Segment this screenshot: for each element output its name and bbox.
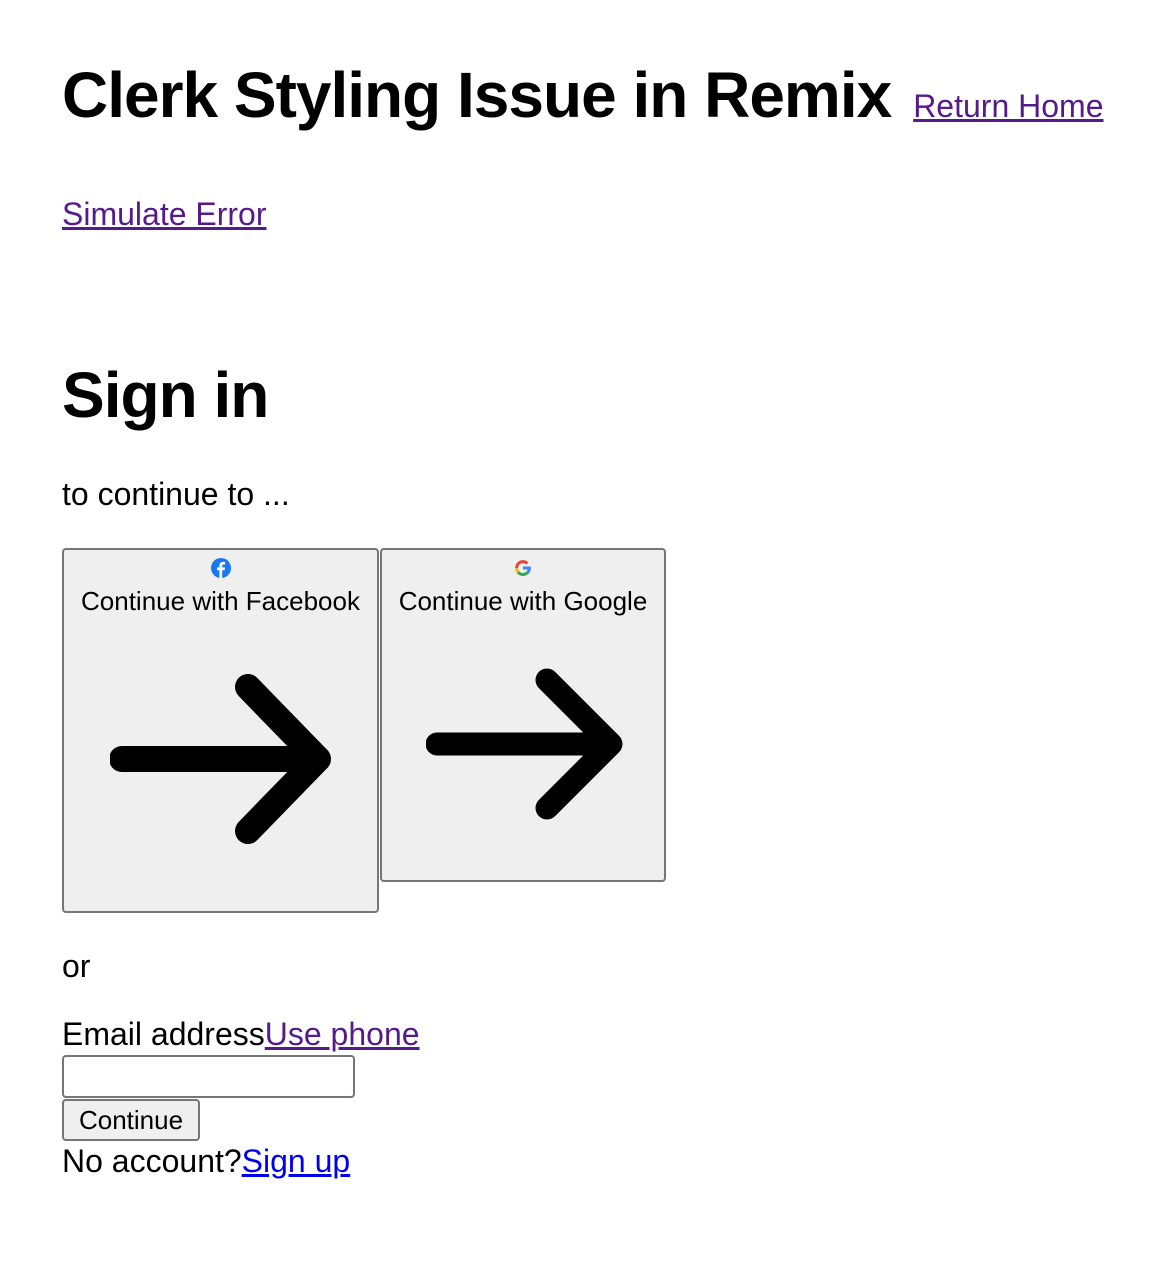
facebook-button-label: Continue with Facebook bbox=[81, 586, 360, 616]
simulate-error-link[interactable]: Simulate Error bbox=[62, 196, 267, 233]
page-title: Clerk Styling Issue in Remix bbox=[62, 59, 892, 131]
facebook-icon bbox=[210, 558, 231, 578]
sign-in-subtitle: to continue to ... bbox=[62, 476, 290, 512]
or-divider: or bbox=[62, 948, 91, 984]
continue-button[interactable]: Continue bbox=[62, 1099, 200, 1141]
email-label: Email address bbox=[62, 1016, 265, 1052]
use-phone-link[interactable]: Use phone bbox=[265, 1016, 420, 1052]
no-account-row: No account?Sign up bbox=[62, 1143, 350, 1180]
google-button-label: Continue with Google bbox=[398, 586, 648, 616]
arrow-right-icon bbox=[426, 668, 623, 820]
email-label-row: Email addressUse phone bbox=[62, 1016, 420, 1053]
email-field[interactable] bbox=[62, 1055, 355, 1098]
return-home-link[interactable]: Return Home bbox=[913, 88, 1103, 125]
sign-up-link[interactable]: Sign up bbox=[242, 1143, 351, 1179]
sign-in-title: Sign in bbox=[62, 359, 269, 431]
page-header: Clerk Styling Issue in Remix Return Home bbox=[62, 58, 1103, 132]
continue-with-facebook-button[interactable]: Continue with Facebook bbox=[62, 548, 379, 913]
google-icon bbox=[515, 560, 531, 577]
arrow-right-icon bbox=[110, 674, 331, 844]
continue-with-google-button[interactable]: Continue with Google bbox=[380, 548, 666, 882]
no-account-text: No account? bbox=[62, 1143, 242, 1179]
